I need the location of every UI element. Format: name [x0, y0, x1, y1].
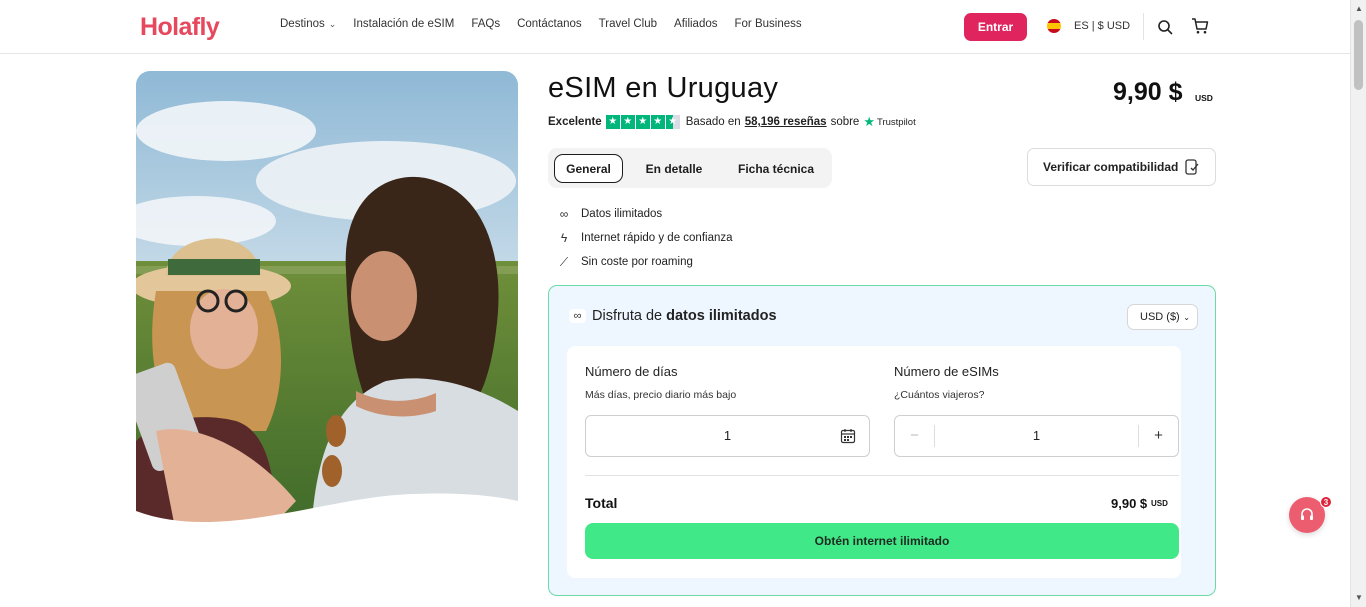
chevron-down-icon: ⌄: [328, 18, 337, 29]
language-currency-selector[interactable]: ES | $ USD: [1047, 19, 1130, 33]
currency-select[interactable]: USD ($) ⌄: [1127, 304, 1198, 330]
verify-compatibility-button[interactable]: Verificar compatibilidad: [1027, 148, 1216, 186]
holafly-logo[interactable]: Holafly: [140, 13, 220, 42]
nav-travel-club[interactable]: Travel Club: [599, 18, 657, 30]
spain-flag-icon: [1047, 19, 1061, 33]
days-label: Número de días: [585, 364, 678, 379]
infinity-icon: ∞: [559, 207, 569, 221]
feature-list: ∞ Datos ilimitados ϟ Internet rápido y d…: [556, 202, 733, 274]
plan-box-heading: ∞ Disfruta de datos ilimitados: [569, 308, 777, 324]
increment-button[interactable]: +: [1138, 425, 1178, 447]
cart-icon[interactable]: [1191, 17, 1209, 35]
scroll-thumb[interactable]: [1354, 20, 1363, 90]
based-on-text: Basado en: [685, 116, 741, 128]
star-icon: ★: [635, 115, 650, 129]
headset-icon: [1301, 508, 1313, 520]
product-title: eSIM en Uruguay: [548, 72, 779, 104]
no-roaming-icon: ⟋: [559, 254, 569, 269]
nav-faqs[interactable]: FAQs: [471, 18, 500, 30]
nav-contactanos[interactable]: Contáctanos: [517, 18, 582, 30]
nav-for-business[interactable]: For Business: [735, 18, 802, 30]
search-icon[interactable]: [1157, 19, 1173, 35]
reviews-link[interactable]: 58,196 reseñas: [745, 116, 827, 128]
esims-quantity-stepper: − 1 +: [894, 415, 1179, 457]
tab-ficha-tecnica[interactable]: Ficha técnica: [728, 154, 824, 183]
infinity-icon: ∞: [569, 309, 586, 323]
price-currency: USD: [1195, 93, 1213, 103]
hero-photo: [136, 71, 518, 533]
main-nav: Destinos ⌄ Instalación de eSIM FAQs Contá…: [280, 18, 819, 30]
scroll-down-arrow-icon[interactable]: ▼: [1355, 593, 1363, 602]
star-icon: ★: [620, 115, 635, 129]
total-currency: USD: [1151, 499, 1168, 508]
esims-sublabel: ¿Cuántos viajeros?: [894, 389, 985, 401]
phone-check-icon: [1185, 159, 1199, 175]
nav-afiliados[interactable]: Afiliados: [674, 18, 717, 30]
star-icon: ★: [605, 115, 620, 129]
rating-label: Excelente: [548, 116, 602, 128]
site-header: Holafly Destinos ⌄ Instalación de eSIM FA…: [0, 0, 1350, 54]
product-price: 9,90 $: [1113, 78, 1183, 106]
feature-item: ∞ Datos ilimitados: [556, 202, 733, 226]
plan-config-panel: Número de días Más días, precio diario m…: [567, 346, 1181, 578]
travelers-photo-illustration: [136, 71, 518, 533]
days-sublabel: Más días, precio diario más bajo: [585, 389, 737, 401]
get-unlimited-internet-button[interactable]: Obtén internet ilimitado: [585, 523, 1179, 559]
trustpilot-star-icon: ★: [863, 114, 875, 129]
trustpilot-rating: Excelente ★ ★ ★ ★ ★ Basado en 58,196 res…: [548, 114, 916, 130]
esims-label: Número de eSIMs: [894, 364, 999, 379]
unlimited-data-plan-box: ∞ Disfruta de datos ilimitados USD ($) ⌄…: [548, 285, 1216, 596]
rating-stars: ★ ★ ★ ★ ★: [605, 115, 681, 129]
nav-instalacion-esim[interactable]: Instalación de eSIM: [353, 18, 454, 30]
days-input[interactable]: 1: [585, 415, 870, 457]
chevron-down-icon: ⌄: [1183, 312, 1190, 322]
half-star-icon: ★: [665, 115, 680, 129]
nav-destinos[interactable]: Destinos ⌄: [280, 18, 336, 30]
feature-item: ⟋ Sin coste por roaming: [556, 250, 733, 274]
total-value: 9,90 $: [1111, 496, 1148, 511]
page-scrollbar[interactable]: ▲ ▼: [1350, 0, 1366, 607]
lightning-icon: ϟ: [560, 231, 568, 245]
product-tabs: General En detalle Ficha técnica: [548, 148, 832, 188]
tab-general[interactable]: General: [554, 154, 623, 183]
login-button[interactable]: Entrar: [964, 13, 1027, 41]
chat-notification-badge: 3: [1320, 496, 1332, 508]
total-label: Total: [585, 495, 618, 511]
tab-en-detalle[interactable]: En detalle: [634, 154, 714, 183]
calendar-icon[interactable]: [840, 428, 856, 444]
trustpilot-logo[interactable]: ★ Trustpilot: [863, 114, 915, 130]
esims-quantity-value: 1: [1032, 428, 1041, 443]
header-divider: [1143, 13, 1144, 40]
star-icon: ★: [650, 115, 665, 129]
on-text: sobre: [830, 116, 860, 128]
total-divider: [585, 475, 1179, 476]
scroll-up-arrow-icon[interactable]: ▲: [1355, 4, 1363, 13]
feature-item: ϟ Internet rápido y de confianza: [556, 226, 733, 250]
